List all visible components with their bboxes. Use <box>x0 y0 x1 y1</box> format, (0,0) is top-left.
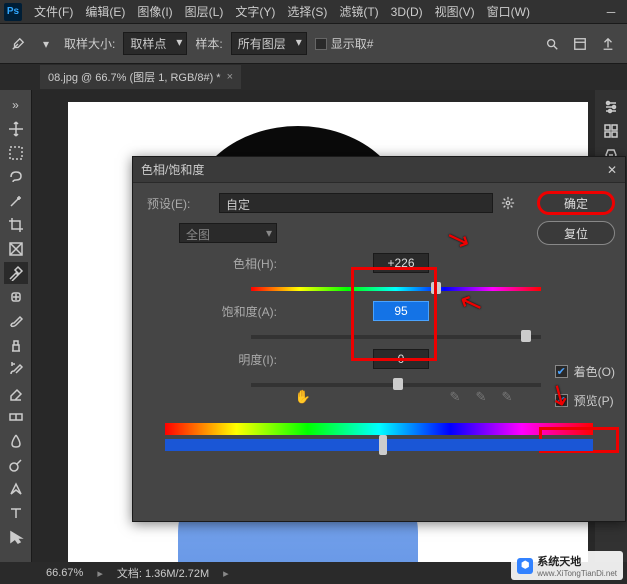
hand-icon[interactable]: ✋ <box>295 389 311 405</box>
search-icon[interactable] <box>541 33 563 55</box>
preset-label: 预设(E): <box>147 195 211 212</box>
preview-label: 预览(P) <box>574 392 614 409</box>
dialog-body: 预设(E): 自定 确定 复位 全图 色相(H): 饱和度(A): 明度(I): <box>133 183 625 469</box>
preset-select[interactable]: 自定 <box>219 193 493 213</box>
zoom-level[interactable]: 66.67% <box>46 567 83 579</box>
eyedropper-plus-icon[interactable]: ✎ <box>473 389 489 405</box>
annotation-highlight <box>351 267 437 361</box>
options-bar: ▾ 取样大小: 取样点 样本: 所有图层 显示取# <box>0 24 627 64</box>
dialog-titlebar[interactable]: 色相/饱和度 ✕ <box>133 157 625 183</box>
hand-tool-icon[interactable]: ✋ <box>295 389 311 405</box>
lasso-tool[interactable] <box>4 166 28 188</box>
dialog-title: 色相/饱和度 <box>141 161 204 178</box>
close-tab-icon[interactable]: × <box>227 71 233 83</box>
watermark-logo: ⬢ <box>517 558 533 574</box>
double-arrow-icon[interactable]: » <box>4 94 28 116</box>
lightness-label: 明度(I): <box>147 351 277 368</box>
ps-logo: Ps <box>4 3 22 21</box>
history-brush-tool[interactable] <box>4 358 28 380</box>
hue-spectrum <box>165 423 593 435</box>
gradient-tool[interactable] <box>4 406 28 428</box>
eyedropper-icon[interactable]: ✎ <box>447 389 463 405</box>
minimize-button[interactable]: ─ <box>599 3 623 21</box>
layout-icon[interactable] <box>569 33 591 55</box>
menu-file[interactable]: 文件(F) <box>28 1 79 22</box>
saturation-label: 饱和度(A): <box>147 303 277 320</box>
document-tab-title: 08.jpg @ 66.7% (图层 1, RGB/8#) * <box>48 69 221 85</box>
healing-tool[interactable] <box>4 286 28 308</box>
eyedropper-minus-icon[interactable]: ✎ <box>499 389 515 405</box>
chevron-right-icon[interactable]: ▸ <box>223 567 229 580</box>
show-sampling-label: 显示取# <box>331 35 374 52</box>
menu-window[interactable]: 窗口(W) <box>481 1 536 22</box>
adjustments-icon[interactable] <box>599 96 623 118</box>
menu-3d[interactable]: 3D(D) <box>385 3 429 21</box>
ok-label: 确定 <box>564 195 588 212</box>
document-tabs: 08.jpg @ 66.7% (图层 1, RGB/8#) * × <box>0 64 627 90</box>
sample-label: 样本: <box>195 35 222 52</box>
crop-tool[interactable] <box>4 214 28 236</box>
share-icon[interactable] <box>597 33 619 55</box>
doc-size: 文档: 1.36M/2.72M <box>117 565 209 581</box>
hue-label: 色相(H): <box>147 255 277 272</box>
ok-button[interactable]: 确定 <box>537 191 615 215</box>
colorize-label: 着色(O) <box>574 363 615 380</box>
left-toolbar: » <box>0 90 32 562</box>
swatches-icon[interactable] <box>599 120 623 142</box>
watermark: ⬢ 系统天地 www.XiTongTianDi.net <box>511 551 623 580</box>
menu-view[interactable]: 视图(V) <box>429 1 481 22</box>
brush-tool[interactable] <box>4 310 28 332</box>
clone-tool[interactable] <box>4 334 28 356</box>
eraser-tool[interactable] <box>4 382 28 404</box>
preset-value: 自定 <box>226 198 250 212</box>
blur-tool[interactable] <box>4 430 28 452</box>
result-spectrum <box>165 439 593 451</box>
gear-icon[interactable] <box>501 196 515 210</box>
sample-select[interactable]: 所有图层 <box>231 32 307 55</box>
chevron-down-icon[interactable]: ▾ <box>36 34 56 54</box>
chevron-right-icon[interactable]: ▸ <box>97 567 103 580</box>
channel-select[interactable]: 全图 <box>179 223 277 243</box>
type-tool[interactable] <box>4 502 28 524</box>
sample-size-select[interactable]: 取样点 <box>123 32 187 55</box>
eyedropper-icon <box>8 34 28 54</box>
path-select-tool[interactable] <box>4 526 28 548</box>
menu-select[interactable]: 选择(S) <box>281 1 333 22</box>
channel-value: 全图 <box>186 228 210 242</box>
menu-type[interactable]: 文字(Y) <box>229 1 281 22</box>
hue-saturation-dialog: 色相/饱和度 ✕ 预设(E): 自定 确定 复位 全图 色相(H): 饱和度(A… <box>132 156 626 522</box>
sample-value: 所有图层 <box>238 37 286 51</box>
menu-image[interactable]: 图像(I) <box>131 1 178 22</box>
document-tab[interactable]: 08.jpg @ 66.7% (图层 1, RGB/8#) * × <box>40 65 241 89</box>
watermark-url: www.XiTongTianDi.net <box>537 569 617 578</box>
menu-bar: Ps 文件(F) 编辑(E) 图像(I) 图层(L) 文字(Y) 选择(S) 滤… <box>0 0 627 24</box>
menu-filter[interactable]: 滤镜(T) <box>333 1 384 22</box>
show-sampling-option[interactable]: 显示取# <box>315 35 374 52</box>
menu-layer[interactable]: 图层(L) <box>179 1 230 22</box>
move-tool[interactable] <box>4 118 28 140</box>
marquee-tool[interactable] <box>4 142 28 164</box>
menu-edit[interactable]: 编辑(E) <box>79 1 131 22</box>
sample-size-value: 取样点 <box>130 37 166 51</box>
frame-tool[interactable] <box>4 238 28 260</box>
checkbox-icon[interactable] <box>315 38 327 50</box>
eyedropper-tool[interactable] <box>4 262 28 284</box>
pen-tool[interactable] <box>4 478 28 500</box>
window-controls: ─ <box>599 3 623 21</box>
magic-wand-tool[interactable] <box>4 190 28 212</box>
close-icon[interactable]: ✕ <box>607 163 617 177</box>
watermark-title: 系统天地 <box>537 556 581 568</box>
sample-size-label: 取样大小: <box>64 35 115 52</box>
dodge-tool[interactable] <box>4 454 28 476</box>
